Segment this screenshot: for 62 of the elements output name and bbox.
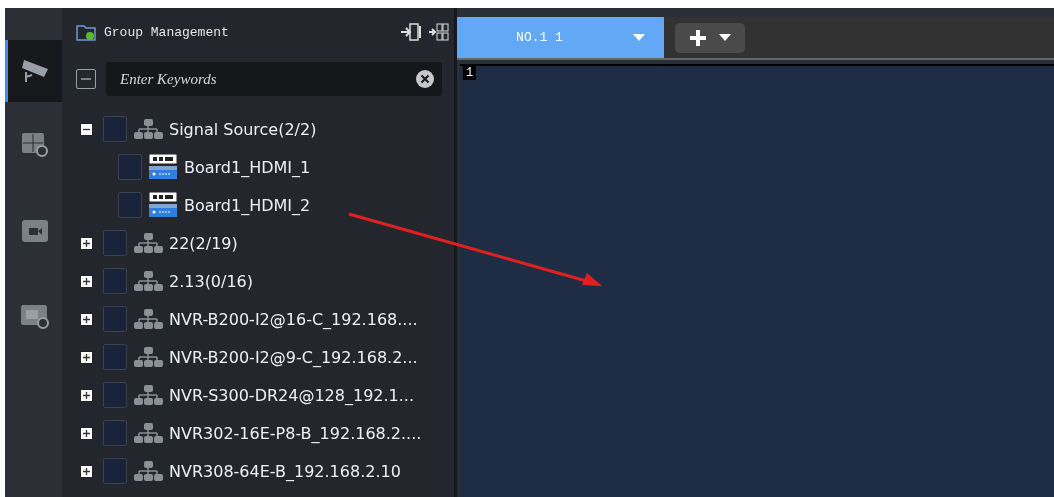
import-grid-icon[interactable] [428,23,450,41]
expand-toggle[interactable] [80,312,93,326]
plus-icon [82,352,91,362]
expand-toggle[interactable] [80,350,93,364]
expand-toggle[interactable] [80,426,93,440]
plus-icon [82,428,91,438]
network-group-icon [133,461,163,481]
checkbox[interactable] [103,116,127,142]
collapse-toggle[interactable] [80,122,93,136]
network-group-icon [133,119,163,139]
collapse-all-button[interactable] [76,69,96,89]
plus-icon [82,390,91,400]
checkbox[interactable] [103,458,127,484]
minus-icon [81,78,91,80]
tree-item-label[interactable]: NVR302-16E-P8-B_192.168.2.... [169,423,422,443]
search-field[interactable]: Enter Keywords [106,62,442,96]
video-wall-refresh-icon [21,132,49,158]
network-group-icon [133,347,163,367]
checkbox[interactable] [103,344,127,370]
network-group-icon [133,423,163,443]
tree-item-label[interactable]: Board1_HDMI_1 [184,157,311,177]
tree-item-label[interactable]: NVR-S300-DR24@128_192.1... [169,385,415,405]
screen-refresh-icon [20,304,50,330]
network-group-icon [133,233,163,253]
checkbox[interactable] [103,268,127,294]
checkbox[interactable] [103,230,127,256]
expand-toggle[interactable] [80,388,93,402]
tree-item-label[interactable]: Board1_HDMI_2 [184,195,311,215]
tree-item-label[interactable]: NVR-B200-I2@9-C_192.168.2... [169,347,418,367]
network-group-icon [133,309,163,329]
network-group-icon [133,385,163,405]
tree-item-label[interactable]: 22(2/19) [169,233,238,253]
panel-title: Group Management [104,24,230,40]
plus-icon [82,238,91,248]
plus-icon [82,276,91,286]
add-button[interactable] [675,22,745,53]
checkbox[interactable] [103,382,127,408]
tree-item-label[interactable]: 2.13(0/16) [169,271,254,291]
video-camera-icon [21,219,49,243]
tree-item-label[interactable]: Signal Source(2/2) [169,119,317,139]
hdmi-device-icon [148,154,178,180]
caret-icon [632,33,645,42]
folder-gear-icon [76,23,98,41]
tree-item-label[interactable]: NVR-B200-I2@16-C_192.168.... [169,309,418,329]
clear-icon[interactable] [416,70,434,88]
checkbox[interactable] [118,154,142,180]
plus-icon [689,28,707,47]
expand-toggle[interactable] [80,274,93,288]
checkbox[interactable] [103,420,127,446]
network-group-icon [133,271,163,291]
window-number: 1 [463,66,477,80]
import-list-icon[interactable] [400,23,422,41]
expand-toggle[interactable] [80,464,93,478]
plus-icon [82,466,91,476]
tree-item-label[interactable]: NVR308-64E-B_192.168.2.10 [169,461,401,481]
checkbox[interactable] [103,306,127,332]
sidebar-tab[interactable] [5,40,62,102]
caret-icon [719,33,731,42]
expand-toggle[interactable] [80,236,93,250]
plus-icon [82,314,91,324]
hdmi-device-icon [148,192,178,218]
checkbox[interactable] [118,192,142,218]
